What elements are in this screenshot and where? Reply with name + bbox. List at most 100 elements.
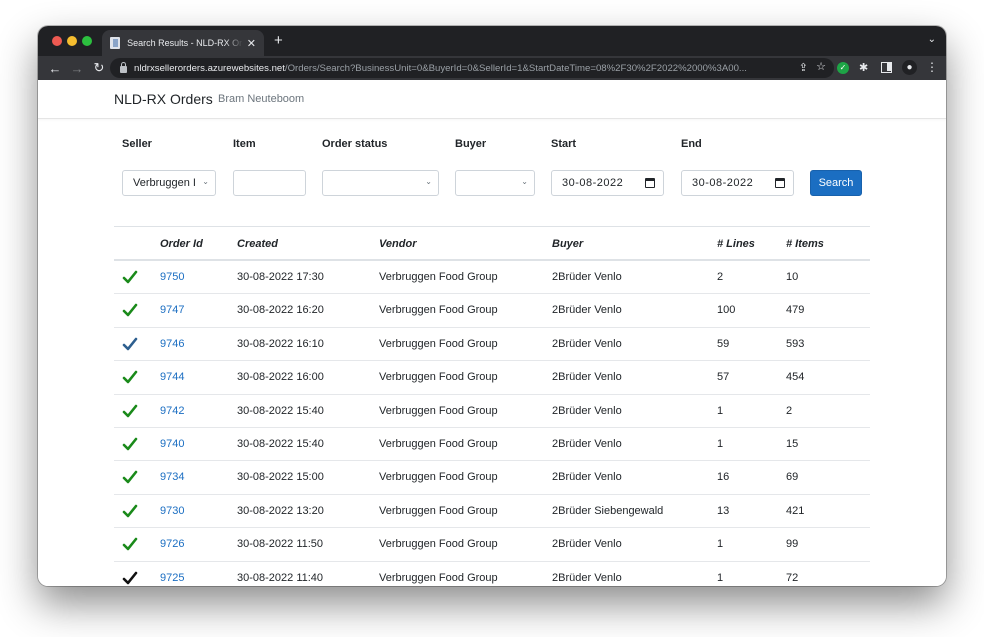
status-check-icon	[122, 504, 138, 518]
order-id-link[interactable]: 9742	[160, 405, 184, 417]
table-row: 9742 30-08-2022 15:40 Verbruggen Food Grou…	[114, 395, 870, 428]
tab-search-chevron-icon[interactable]: ⌄	[928, 34, 936, 45]
vendor-cell: Verbruggen Food Group	[379, 437, 498, 450]
created-cell: 30-08-2022 13:20	[237, 504, 324, 517]
order-id-link[interactable]: 9750	[160, 271, 184, 283]
vendor-cell: Verbruggen Food Group	[379, 304, 498, 317]
lines-cell: 16	[717, 471, 730, 484]
table-header: Order Id Created Vendor Buyer # Lines # …	[114, 226, 870, 261]
buyer-cell: 2Brüder Venlo	[552, 304, 622, 317]
created-cell: 30-08-2022 15:00	[237, 471, 324, 484]
share-icon[interactable]: ⇪	[799, 61, 808, 74]
lines-cell: 1	[717, 538, 724, 551]
order-status-label: Order status	[322, 138, 388, 150]
extension-check-icon[interactable]: ✓	[837, 62, 849, 74]
order-id-link[interactable]: 9746	[160, 338, 184, 350]
order-id-link[interactable]: 9725	[160, 572, 184, 584]
user-name[interactable]: Bram Neuteboom	[218, 93, 304, 105]
vendor-cell: Verbruggen Food Group	[379, 404, 498, 417]
column-header-buyer[interactable]: Buyer	[552, 238, 583, 250]
order-id-link[interactable]: 9726	[160, 538, 184, 550]
back-arrow-icon[interactable]: ←	[44, 61, 66, 76]
status-check-icon	[122, 404, 138, 417]
lines-cell: 1	[717, 437, 724, 450]
page-favicon-icon	[110, 37, 121, 49]
table-body: 9750 30-08-2022 17:30 Verbruggen Food Grou…	[114, 261, 870, 586]
seller-select-value: Verbruggen I	[133, 177, 196, 189]
tab-title: Search Results - NLD-RX Orders	[127, 38, 243, 48]
status-check-icon	[122, 270, 138, 284]
end-date-value: 30-08-2022	[692, 177, 754, 189]
buyer-select[interactable]: ⌄	[455, 170, 535, 196]
vendor-cell: Verbruggen Food Group	[379, 471, 498, 484]
items-cell: 69	[786, 471, 799, 484]
buyer-cell: 2Brüder Venlo	[552, 437, 622, 450]
close-window-button[interactable]	[52, 36, 62, 46]
lines-cell: 100	[717, 304, 736, 317]
column-header-lines[interactable]: # Lines	[717, 238, 755, 250]
order-status-select[interactable]: ⌄	[322, 170, 439, 196]
new-tab-button[interactable]: +	[274, 32, 283, 49]
search-button[interactable]: Search	[810, 170, 862, 196]
order-id-link[interactable]: 9744	[160, 371, 184, 383]
reload-icon[interactable]: ↻	[88, 60, 110, 76]
column-header-order-id[interactable]: Order Id	[160, 238, 203, 250]
item-input[interactable]	[233, 170, 306, 196]
calendar-icon[interactable]	[775, 178, 785, 188]
items-cell: 15	[786, 437, 799, 450]
browser-window: Search Results - NLD-RX Orders ✕ + ⌄ ← →…	[38, 26, 946, 586]
end-date-input[interactable]: 30-08-2022	[681, 170, 794, 196]
order-id-link[interactable]: 9734	[160, 471, 184, 483]
address-bar[interactable]: nldrxsellerorders.azurewebsites.net/Orde…	[110, 58, 834, 78]
side-panel-icon[interactable]	[881, 62, 892, 73]
lines-cell: 57	[717, 371, 730, 384]
vendor-cell: Verbruggen Food Group	[379, 538, 498, 551]
start-date-input[interactable]: 30-08-2022	[551, 170, 664, 196]
browser-tab[interactable]: Search Results - NLD-RX Orders ✕	[102, 30, 264, 56]
forward-arrow-icon[interactable]: →	[66, 61, 88, 76]
column-header-vendor[interactable]: Vendor	[379, 238, 417, 250]
brand-link[interactable]: NLD-RX Orders	[114, 91, 213, 107]
order-id-link[interactable]: 9747	[160, 304, 184, 316]
buyer-cell: 2Brüder Venlo	[552, 404, 622, 417]
column-header-items[interactable]: # Items	[786, 238, 824, 250]
items-cell: 72	[786, 571, 799, 584]
items-cell: 479	[786, 304, 805, 317]
profile-avatar-icon[interactable]: ●	[902, 60, 917, 75]
close-tab-icon[interactable]: ✕	[247, 37, 256, 50]
table-row: 9734 30-08-2022 15:00 Verbruggen Food Grou…	[114, 461, 870, 495]
lines-cell: 1	[717, 571, 724, 584]
lines-cell: 1	[717, 404, 724, 417]
item-label: Item	[233, 138, 256, 150]
items-cell: 454	[786, 371, 805, 384]
vendor-cell: Verbruggen Food Group	[379, 371, 498, 384]
start-date-value: 30-08-2022	[562, 177, 624, 189]
table-row: 9744 30-08-2022 16:00 Verbruggen Food Grou…	[114, 361, 870, 395]
column-header-created[interactable]: Created	[237, 238, 278, 250]
status-check-icon	[122, 304, 138, 317]
buyer-cell: 2Brüder Siebengewald	[552, 504, 664, 517]
table-row: 9746 30-08-2022 16:10 Verbruggen Food Grou…	[114, 328, 870, 362]
buyer-cell: 2Brüder Venlo	[552, 538, 622, 551]
browser-toolbar: ← → ↻ nldrxsellerorders.azurewebsites.ne…	[38, 56, 946, 80]
created-cell: 30-08-2022 16:20	[237, 304, 324, 317]
created-cell: 30-08-2022 11:50	[237, 538, 324, 551]
bookmark-star-icon[interactable]: ☆	[816, 60, 826, 73]
browser-menu-icon[interactable]: ⋮	[926, 60, 938, 74]
url-text[interactable]: nldrxsellerorders.azurewebsites.net/Orde…	[134, 63, 764, 74]
lock-icon[interactable]	[120, 61, 127, 73]
end-label: End	[681, 138, 702, 150]
minimize-window-button[interactable]	[67, 36, 77, 46]
url-host: nldrxsellerorders.azurewebsites.net	[134, 62, 285, 74]
seller-select[interactable]: Verbruggen I ⌄	[122, 170, 216, 196]
created-cell: 30-08-2022 15:40	[237, 437, 324, 450]
maximize-window-button[interactable]	[82, 36, 92, 46]
order-id-link[interactable]: 9730	[160, 505, 184, 517]
order-id-link[interactable]: 9740	[160, 438, 184, 450]
table-row: 9725 30-08-2022 11:40 Verbruggen Food Grou…	[114, 562, 870, 586]
start-label: Start	[551, 138, 577, 150]
created-cell: 30-08-2022 16:10	[237, 337, 324, 350]
extensions-puzzle-icon[interactable]: ✱	[859, 61, 868, 74]
status-check-icon	[122, 571, 138, 584]
calendar-icon[interactable]	[645, 178, 655, 188]
